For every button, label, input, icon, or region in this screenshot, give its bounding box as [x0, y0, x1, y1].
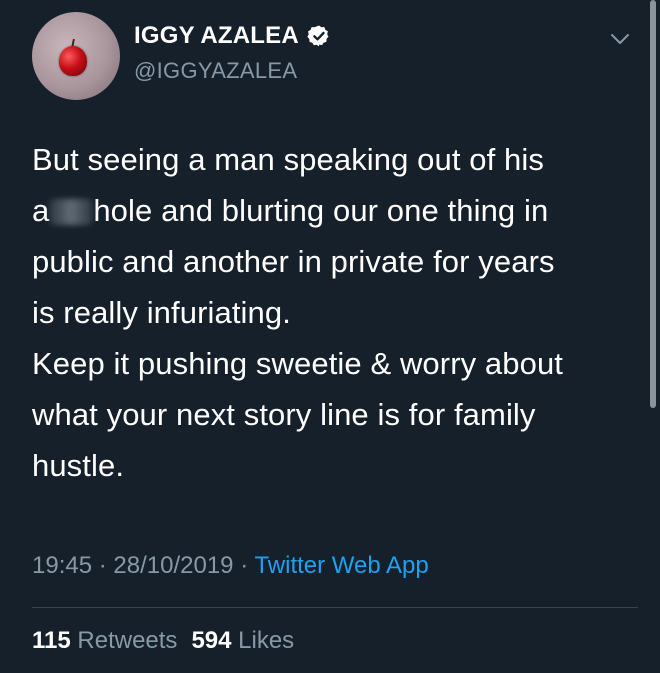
divider: [32, 607, 638, 608]
author-name[interactable]: IGGY AZALEA: [134, 22, 299, 50]
tweet-source-link[interactable]: Twitter Web App: [254, 552, 428, 579]
tweet-text: But seeing a man speaking out of his a ho…: [32, 134, 632, 491]
tweet-line: hustle.: [32, 448, 125, 483]
tweet-line: public and another in private for years: [32, 244, 555, 279]
scrollbar[interactable]: [650, 0, 656, 408]
tweet-stats: 115 Retweets 594 Likes: [32, 627, 294, 655]
cherry-icon: [59, 46, 87, 76]
verified-badge-icon: [307, 25, 329, 47]
avatar[interactable]: [32, 12, 120, 100]
tweet-line: a hole and blurting our one thing in: [32, 185, 632, 236]
likes-label: Likes: [238, 627, 295, 654]
censor-blur: [49, 199, 94, 225]
author-name-row: IGGY AZALEA: [134, 22, 331, 50]
tweet-time[interactable]: 19:45: [32, 552, 92, 579]
chevron-down-icon[interactable]: [609, 31, 631, 47]
tweet-line: Keep it pushing sweetie & worry about: [32, 346, 564, 381]
tweet-line-rest: hole and blurting our one thing in: [93, 193, 549, 228]
author-handle[interactable]: @IGGYAZALEA: [134, 58, 297, 84]
meta-separator: ·: [240, 552, 249, 579]
tweet-card: IGGY AZALEA @IGGYAZALEA But seeing a man…: [0, 0, 660, 673]
tweet-line: But seeing a man speaking out of his: [32, 142, 544, 177]
meta-separator: ·: [98, 552, 107, 579]
retweets-count: 115: [32, 627, 71, 654]
tweet-line: what your next story line is for family: [32, 397, 536, 432]
tweet-meta: 19:45 · 28/10/2019 · Twitter Web App: [32, 552, 429, 580]
retweets-stat[interactable]: 115 Retweets: [32, 627, 177, 654]
likes-count: 594: [191, 627, 232, 654]
tweet-date[interactable]: 28/10/2019: [113, 552, 233, 579]
tweet-word: a: [32, 193, 50, 228]
tweet-line: is really infuriating.: [32, 295, 291, 330]
retweets-label: Retweets: [77, 627, 178, 654]
likes-stat[interactable]: 594 Likes: [191, 627, 294, 654]
